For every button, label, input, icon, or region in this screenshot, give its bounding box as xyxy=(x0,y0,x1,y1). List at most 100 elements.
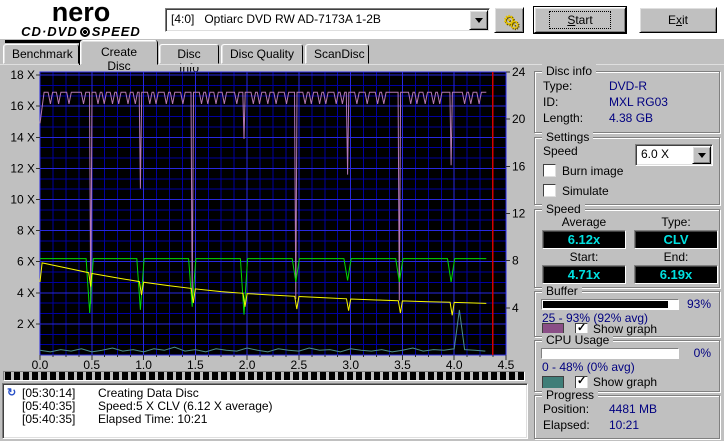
exit-button-label: Exit xyxy=(667,13,688,27)
average-label: Average xyxy=(561,215,607,229)
status-log: ↻ [05:30:14] Creating Data Disc [05:40:3… xyxy=(2,383,528,439)
speed-select-value: 6.0 X xyxy=(641,147,670,161)
svg-text:2 X: 2 X xyxy=(17,317,35,331)
progress-segment xyxy=(347,372,353,380)
progress-segment xyxy=(392,372,398,380)
group-title: Progress xyxy=(542,388,599,402)
svg-text:0.5: 0.5 xyxy=(83,358,100,372)
progress-segment xyxy=(212,372,218,380)
svg-text:3.5: 3.5 xyxy=(394,358,411,372)
progress-segment xyxy=(239,372,245,380)
progress-segment xyxy=(203,372,209,380)
progress-segment xyxy=(428,372,434,380)
progress-segment xyxy=(365,372,371,380)
progress-segment xyxy=(266,372,272,380)
progress-segment xyxy=(104,372,110,380)
speed-select[interactable]: 6.0 X xyxy=(635,144,713,166)
progress-segment xyxy=(410,372,416,380)
progress-segment xyxy=(329,372,335,380)
svg-text:20: 20 xyxy=(512,112,526,126)
write-type-display: CLV xyxy=(634,230,718,249)
progress-segment xyxy=(446,372,452,380)
end-speed-display: 6.19x xyxy=(634,265,718,284)
buffer-meter-fill xyxy=(543,301,668,308)
tab-benchmark[interactable]: Benchmark xyxy=(3,44,79,64)
speed-label: Speed xyxy=(543,144,578,158)
group-title: Settings xyxy=(542,130,594,144)
progress-segment xyxy=(113,372,119,380)
progress-segment xyxy=(302,372,308,380)
group-title: CPU Usage xyxy=(542,333,614,347)
svg-text:12: 12 xyxy=(512,207,526,221)
progress-segment xyxy=(509,372,515,380)
cpu-usage-group: CPU Usage 0% 0 - 48% (0% avg) Show graph xyxy=(534,333,720,392)
drive-select-dropdown-button[interactable] xyxy=(469,10,488,30)
log-line: [05:40:35] Elapsed Time: 10:21 xyxy=(7,413,523,426)
disc-length-row: Length: 4.38 GB xyxy=(543,111,654,125)
disc-icon xyxy=(79,26,90,37)
tab-disc-info[interactable]: Disc Info xyxy=(159,44,219,75)
burn-image-checkbox[interactable] xyxy=(543,164,556,177)
svg-text:24: 24 xyxy=(512,65,526,79)
disc-type-row: Type: DVD-R xyxy=(543,79,647,93)
progress-segment xyxy=(32,372,38,380)
exit-button[interactable]: Exit xyxy=(639,7,717,33)
svg-text:3.0: 3.0 xyxy=(342,358,359,372)
svg-text:16: 16 xyxy=(512,159,526,173)
progress-segment xyxy=(437,372,443,380)
start-button[interactable]: Start xyxy=(533,6,627,34)
chevron-down-icon xyxy=(697,152,706,158)
disc-id-value: MXL RG03 xyxy=(609,95,668,109)
svg-text:0.0: 0.0 xyxy=(32,358,49,372)
write-speed-chart: 2 X 4 X 6 X 8 X 10 X 12 X 14 X 16 X 18 X 4 8 12 16 20… xyxy=(10,65,526,372)
svg-text:18 X: 18 X xyxy=(10,68,35,82)
options-button[interactable]: ⚙ ⚙ xyxy=(494,7,524,33)
drive-select[interactable]: [4:0] Optiarc DVD RW AD-7173A 1-2B xyxy=(165,8,490,32)
progress-segment xyxy=(158,372,164,380)
tab-disc-quality[interactable]: Disc Quality xyxy=(221,44,303,64)
start-button-label: Start xyxy=(549,11,611,29)
progress-segment xyxy=(230,372,236,380)
progress-segment xyxy=(14,372,20,380)
svg-text:1.5: 1.5 xyxy=(187,358,204,372)
tab-create-disc[interactable]: Create Disc xyxy=(80,40,158,73)
svg-text:8 X: 8 X xyxy=(17,224,35,238)
svg-text:4: 4 xyxy=(512,301,519,315)
progress-segment xyxy=(293,372,299,380)
progress-segment xyxy=(167,372,173,380)
log-line: [05:40:35] Speed:5 X CLV (6.12 X average… xyxy=(7,400,523,413)
svg-text:16 X: 16 X xyxy=(10,99,35,113)
speed-select-dropdown-button[interactable] xyxy=(692,146,711,164)
simulate-label: Simulate xyxy=(562,183,609,198)
progress-segment xyxy=(23,372,29,380)
disc-info-group: Disc info Type: DVD-R ID: MXL RG03 Lengt… xyxy=(534,64,720,133)
progress-segment xyxy=(248,372,254,380)
logo-speed: SPEED xyxy=(91,24,141,39)
buffer-percent: 93% xyxy=(686,297,711,311)
status-spinner-icon: ↻ xyxy=(7,387,17,399)
buffer-meter xyxy=(541,299,679,310)
settings-group: Settings Speed 6.0 X Burn image Simulate xyxy=(534,130,720,205)
progress-segment xyxy=(320,372,326,380)
progress-segment xyxy=(68,372,74,380)
progress-segment xyxy=(131,372,137,380)
progress-segment xyxy=(257,372,263,380)
progress-segment xyxy=(122,372,128,380)
svg-text:2.5: 2.5 xyxy=(291,358,308,372)
tab-label: Benchmark xyxy=(12,47,73,61)
group-title: Speed xyxy=(542,202,585,216)
disc-id-row: ID: MXL RG03 xyxy=(543,95,668,109)
progress-segment xyxy=(311,372,317,380)
svg-text:2.0: 2.0 xyxy=(239,358,256,372)
progress-segment xyxy=(59,372,65,380)
svg-text:1.0: 1.0 xyxy=(135,358,152,372)
svg-text:4 X: 4 X xyxy=(17,286,35,300)
simulate-checkbox[interactable] xyxy=(543,184,556,197)
top-toolbar: nero CD·DVD SPEED [4:0] Optiarc DVD RW A… xyxy=(0,0,724,43)
group-title: Buffer xyxy=(542,284,582,298)
tab-scandisc[interactable]: ScanDisc xyxy=(305,44,369,64)
progress-segment xyxy=(374,372,380,380)
progress-segment xyxy=(455,372,461,380)
progress-segment xyxy=(221,372,227,380)
progress-segment xyxy=(185,372,191,380)
